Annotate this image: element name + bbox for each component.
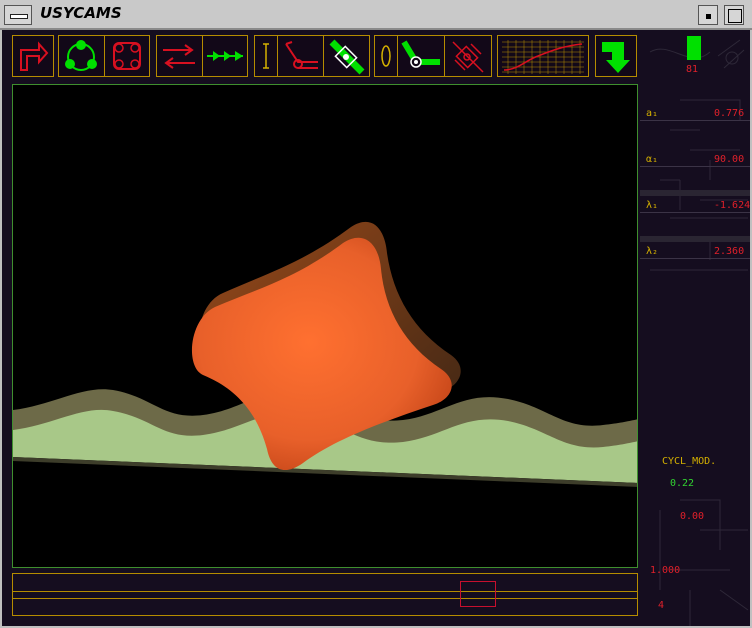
follower-group-buttons (254, 35, 370, 77)
step-forward-icon (207, 51, 243, 61)
param-symbol-lambda2: λ₂ (646, 246, 659, 257)
cam-profile-icon (113, 42, 141, 70)
window-title: USYCAMS (40, 4, 122, 22)
param-divider (640, 258, 750, 259)
motion-graph-button[interactable] (497, 35, 589, 77)
motion-group-buttons (156, 35, 248, 77)
cam-group-buttons (58, 35, 150, 77)
oscillating-group-buttons (374, 35, 492, 77)
roller-follower-green-icon (329, 39, 365, 75)
param-value-a1[interactable]: 0.776 (714, 108, 744, 119)
exit-arrow-icon (20, 41, 49, 71)
counter-value: 81 (686, 64, 699, 75)
exit-button[interactable] (12, 35, 54, 77)
param-symbol-a1: a₁ (646, 108, 659, 119)
cam-simulation-scene (13, 221, 637, 487)
timeline-slider[interactable] (12, 573, 638, 616)
window-menu-icon (10, 14, 28, 19)
oval-follower-button[interactable] (375, 36, 398, 76)
param-divider (640, 212, 750, 213)
oscillating-roller-green-icon (401, 40, 440, 68)
maximize-icon (728, 9, 742, 23)
maximize-button[interactable] (724, 5, 744, 25)
application-area: 81 a₁ 0.776 α₁ 90.00 λ₁ -1.624 λ₂ 2.360 … (2, 30, 750, 626)
param-symbol-lambda1: λ₁ (646, 200, 659, 211)
param-symbol-alpha1: α₁ (646, 154, 659, 165)
cam-profile-button[interactable] (105, 36, 149, 76)
step-forward-button[interactable] (203, 36, 247, 76)
roller-follower-red-icon (452, 41, 484, 73)
translating-follower-icon (263, 43, 269, 69)
parameter-panel: 81 a₁ 0.776 α₁ 90.00 λ₁ -1.624 λ₂ 2.360 … (640, 30, 750, 626)
window-menu-button[interactable] (4, 5, 32, 25)
cycle-value[interactable]: 0.22 (670, 478, 694, 489)
forward-backward-icon (163, 44, 195, 69)
param-divider (640, 120, 750, 121)
cam-3d-viewport[interactable] (12, 84, 638, 568)
down-arrow-button[interactable] (595, 35, 637, 77)
scale-value[interactable]: 1.000 (650, 565, 680, 576)
title-bar: USYCAMS (0, 0, 752, 30)
rocker-arm-red-icon (285, 41, 318, 69)
oscillating-roller-button[interactable] (398, 36, 445, 76)
minimize-button[interactable] (698, 5, 718, 25)
down-arrow-icon (602, 42, 630, 73)
motion-graph-icon (502, 40, 584, 74)
param-value-lambda1[interactable]: -1.624 (714, 200, 750, 211)
slider-track (13, 591, 637, 599)
roller-follower-button[interactable] (324, 36, 369, 76)
counter-indicator-bar (687, 36, 701, 60)
forward-backward-button[interactable] (157, 36, 203, 76)
rotate-cam-icon (65, 40, 97, 71)
param-value-alpha1[interactable]: 90.00 (714, 154, 744, 165)
minimize-icon (706, 14, 711, 19)
param-value-lambda2[interactable]: 2.360 (714, 246, 744, 257)
slider-thumb[interactable] (460, 581, 496, 607)
param-divider (640, 166, 750, 167)
roller-follower-red-button[interactable] (445, 36, 491, 76)
cycle-mode-label[interactable]: CYCL_MOD. (662, 456, 716, 467)
cycle-offset-value[interactable]: 0.00 (680, 511, 704, 522)
rocker-arm-button[interactable] (278, 36, 324, 76)
step-value[interactable]: 4 (658, 600, 664, 611)
oval-follower-icon (381, 45, 391, 67)
translating-follower-button[interactable] (255, 36, 278, 76)
rotate-cam-button[interactable] (59, 36, 105, 76)
